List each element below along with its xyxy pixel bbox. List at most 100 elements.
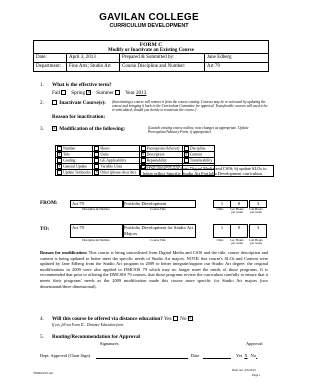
fall-label: Fall bbox=[52, 90, 61, 96]
date-label: Date: bbox=[33, 53, 67, 63]
to-lec[interactable]: 0 bbox=[230, 224, 248, 238]
option-checkbox[interactable] bbox=[57, 170, 62, 175]
q2-description: (Inactivating a course will remove it fr… bbox=[112, 100, 268, 113]
footer-filename: 70090e/b2/t.doc bbox=[33, 371, 54, 375]
to-cap-discipline: Discipline & Number bbox=[82, 238, 110, 242]
summer-checkbox[interactable] bbox=[115, 90, 121, 96]
date-value: April 3, 2013 bbox=[66, 53, 120, 63]
option-checkbox[interactable]: X bbox=[94, 170, 100, 175]
inactivate-checkbox[interactable] bbox=[52, 100, 57, 106]
q4-text: Will this course be offered via distance… bbox=[52, 316, 163, 322]
option-checkbox[interactable] bbox=[94, 164, 100, 169]
prepared-label: Prepared & Submitted by: bbox=[119, 53, 205, 63]
option-label: GE Applicability bbox=[100, 158, 127, 163]
option-label: Repeatability bbox=[146, 158, 167, 163]
to-units[interactable]: 1 bbox=[213, 224, 231, 238]
approval-yes-mark[interactable]: X bbox=[242, 353, 249, 358]
from-cap-units: Units bbox=[216, 207, 224, 211]
q2-number: 2. bbox=[40, 100, 44, 106]
dept-value: Fine Arts; Studio Art bbox=[66, 62, 120, 72]
modification-option: Prerequisite/Advisory bbox=[138, 145, 183, 152]
to-cap-lec: Lec Hours per week bbox=[230, 238, 244, 246]
option-label: Discipline bbox=[189, 146, 206, 151]
q4-no-checkbox[interactable]: X bbox=[187, 316, 193, 322]
to-cap-units: Units bbox=[216, 238, 224, 242]
option-label: Units bbox=[100, 152, 109, 157]
q1-number: 1. bbox=[40, 82, 44, 88]
option-checkbox[interactable] bbox=[183, 146, 189, 151]
q4-yes-label: Yes bbox=[164, 316, 172, 322]
option-checkbox[interactable] bbox=[94, 158, 100, 163]
other-description-box[interactable]: A) Unicoslist course from Digital Media … bbox=[140, 165, 274, 177]
option-label: Grading bbox=[63, 158, 76, 163]
signatures-header: Signatures bbox=[100, 341, 119, 346]
option-label: Update Textbooks bbox=[63, 170, 91, 175]
q2-row: Inactivate Course(s): bbox=[52, 100, 106, 106]
from-label: FROM: bbox=[40, 200, 58, 206]
q1-text: What is the effective term? bbox=[52, 82, 112, 88]
option-checkbox[interactable]: X bbox=[140, 152, 146, 157]
option-checkbox[interactable] bbox=[183, 158, 189, 163]
fall-checkbox[interactable] bbox=[61, 90, 67, 96]
option-label: Title bbox=[63, 152, 71, 157]
option-checkbox[interactable]: X bbox=[57, 152, 62, 157]
q5-number: 5. bbox=[40, 334, 44, 340]
q4-no-label: No bbox=[180, 316, 187, 322]
option-checkbox[interactable] bbox=[140, 158, 146, 163]
from-cap-discipline: Discipline & Number bbox=[82, 207, 110, 211]
option-checkbox[interactable] bbox=[57, 146, 62, 151]
approval-header: Approval bbox=[246, 341, 263, 346]
to-cap-lab: Lab Hours per week bbox=[249, 238, 263, 246]
footer-date: Date rev. 4/3/2013 bbox=[232, 368, 256, 372]
option-checkbox[interactable] bbox=[94, 152, 100, 157]
modification-option: Transferability bbox=[181, 157, 216, 164]
option-label: Transferability bbox=[189, 158, 213, 163]
form-title-cell: FORM C Modify or Inactivate an Existing … bbox=[33, 40, 269, 54]
modification-option: Update Textbooks bbox=[54, 169, 94, 176]
to-lab[interactable]: 3 bbox=[249, 224, 267, 238]
from-cap-lab: Lab Hours per week bbox=[249, 207, 263, 215]
spring-checkbox[interactable]: X bbox=[86, 90, 92, 96]
reason-text: This course is being unicoslisted from D… bbox=[40, 250, 268, 289]
reason-label: Reason for modification: bbox=[40, 250, 88, 255]
course-label: Course Discipline and Number: bbox=[119, 62, 205, 72]
option-label: Description bbox=[146, 152, 165, 157]
year-label: Year bbox=[125, 90, 135, 96]
footer-page: Page 1 bbox=[252, 373, 261, 377]
q2-reason: Reason for inactivation: bbox=[52, 114, 106, 120]
option-label: General Update bbox=[63, 164, 87, 169]
q4-number: 4. bbox=[40, 316, 44, 322]
college-name: GAVILAN COLLEGE bbox=[99, 12, 199, 23]
q4-note: If yes, fill out Form D – Distance Educa… bbox=[52, 323, 124, 327]
option-checkbox[interactable] bbox=[140, 146, 146, 151]
q4-yes-checkbox[interactable] bbox=[172, 316, 178, 322]
to-cap-title: Course Title bbox=[150, 238, 166, 242]
department-name: CURRICULUM DEVELOPMENT bbox=[109, 23, 189, 29]
q3-row: X Modification of the following: bbox=[52, 126, 125, 132]
q4-row: Will this course be offered via distance… bbox=[52, 316, 272, 322]
option-label: Hours bbox=[100, 146, 110, 151]
year-value[interactable]: 2013 bbox=[136, 90, 146, 96]
header-table: FORM C Modify or Inactivate an Existing … bbox=[33, 40, 269, 72]
q3-label: Modification of the following: bbox=[59, 126, 126, 132]
dept-approval-label: Dept. Approval (Chair Sign) bbox=[40, 353, 90, 358]
q1-term-row: Fall Spring X Summer Year 2013 bbox=[52, 90, 212, 96]
modification-option: X Other (please describe): bbox=[92, 169, 140, 176]
to-title[interactable]: Portfolio Development for Studio Art Maj… bbox=[122, 224, 196, 238]
modification-checkbox[interactable]: X bbox=[52, 126, 57, 132]
option-checkbox[interactable] bbox=[57, 158, 62, 163]
q3-number: 3. bbox=[40, 126, 44, 132]
approval-date-label: Date bbox=[191, 353, 200, 358]
option-checkbox[interactable]: X bbox=[57, 164, 62, 169]
dept-label: Department: bbox=[33, 62, 67, 72]
to-discipline[interactable]: Art 79 bbox=[70, 224, 124, 238]
spring-label: Spring bbox=[71, 90, 86, 96]
course-value: Art 79 bbox=[204, 62, 269, 72]
option-checkbox[interactable] bbox=[94, 146, 100, 151]
option-checkbox[interactable]: X bbox=[183, 152, 189, 157]
q5-text: Routing/Recommendation for Approval bbox=[52, 334, 140, 340]
approval-date-line[interactable] bbox=[203, 358, 231, 359]
approval-no-blank[interactable] bbox=[256, 353, 264, 358]
option-label: Number bbox=[63, 146, 76, 151]
signature-line[interactable] bbox=[96, 358, 188, 359]
